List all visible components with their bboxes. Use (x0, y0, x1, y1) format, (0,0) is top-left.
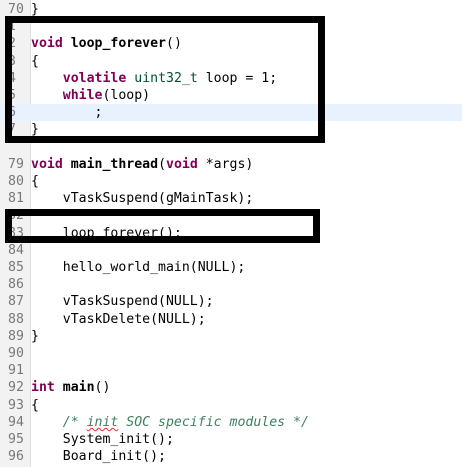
code-line[interactable]: 82 (0, 207, 462, 224)
code-token: void (31, 156, 63, 172)
line-number: 95 (8, 432, 24, 447)
code-text[interactable]: void loop_forever() (31, 35, 182, 52)
code-text[interactable]: } (31, 1, 39, 18)
line-number: 88 (8, 311, 24, 327)
code-text[interactable]: hello_world_main(NULL); (31, 259, 246, 276)
code-line[interactable]: 92 int main() (0, 379, 462, 396)
code-line[interactable]: 80 { (0, 173, 462, 190)
line-number: 87 (8, 294, 24, 310)
code-line[interactable] (0, 139, 462, 156)
code-line[interactable]: 2 void loop_forever() (0, 35, 462, 52)
code-editor[interactable]: 70} 1 2 void loop_forever() 3{4 volatile uin… (0, 0, 462, 467)
code-line[interactable]: 70} (0, 1, 462, 18)
code-token: () (94, 380, 111, 396)
line-number: 91 (8, 363, 24, 379)
code-token: volatile (62, 70, 127, 86)
code-text[interactable]: while(loop) (31, 87, 150, 104)
code-token: main_thread (70, 156, 159, 172)
code-line[interactable]: 87 vTaskSuspend(NULL); (0, 293, 462, 310)
code-line[interactable]: 7} (0, 121, 462, 138)
code-text[interactable]: { (31, 173, 39, 190)
line-number: 2 (8, 36, 16, 52)
code-line[interactable]: 89} (0, 328, 462, 345)
code-token: ( (158, 156, 167, 172)
line-number: 82 (8, 208, 24, 224)
code-text[interactable]: volatile uint32_t loop = 1; (31, 70, 277, 87)
code-text[interactable]: } (31, 328, 39, 345)
code-token: loop = 1; (197, 70, 278, 86)
line-number: 94 (8, 414, 24, 430)
code-line[interactable]: 6 ; (0, 104, 462, 122)
line-number: 4 (8, 70, 16, 86)
code-token: uint32_t (134, 70, 198, 86)
line-number: 83 (8, 225, 24, 241)
code-text[interactable]: loop_forever(); (31, 225, 182, 242)
line-number: 3 (8, 53, 16, 69)
code-token: void (31, 36, 63, 52)
code-line[interactable]: 83 loop_forever(); (0, 225, 462, 242)
line-number: 84 (8, 242, 24, 258)
code-text[interactable]: } (31, 121, 39, 138)
code-token: int (31, 380, 55, 396)
code-text[interactable]: void main_thread(void *args) (31, 156, 253, 173)
code-line[interactable]: 79 void main_thread(void *args) (0, 156, 462, 173)
line-number: 80 (8, 174, 24, 189)
line-number: 5 (8, 88, 16, 103)
code-token: (loop) (102, 88, 151, 103)
line-number: 89 (8, 328, 24, 344)
line-number: 93 (8, 397, 24, 413)
code-text[interactable]: vTaskSuspend(NULL); (31, 293, 214, 310)
code-token: *args) (197, 156, 254, 172)
line-number: 90 (8, 346, 24, 361)
line-number: 86 (8, 277, 24, 293)
code-line[interactable]: 84 (0, 242, 462, 259)
code-text[interactable]: { (31, 53, 39, 70)
code-text[interactable]: int main() (31, 379, 110, 396)
code-line[interactable]: 95 System_init(); (0, 431, 462, 448)
line-number: 79 (8, 156, 24, 172)
line-number: 1 (8, 19, 16, 35)
code-line[interactable]: 1 (0, 18, 462, 35)
code-line[interactable]: 88 vTaskDelete(NULL); (0, 311, 462, 328)
code-line[interactable]: 94 /* init SOC specific modules */ (0, 414, 462, 431)
line-number: 70 (8, 2, 24, 17)
code-token: /* (62, 414, 87, 430)
line-number: 92 (8, 380, 24, 396)
code-line[interactable]: 85 hello_world_main(NULL); (0, 259, 462, 276)
code-token: void (166, 156, 198, 172)
line-number: 81 (8, 191, 24, 207)
code-line[interactable]: 90 (0, 345, 462, 362)
code-token: loop_forever (70, 36, 166, 52)
code-token: init (86, 414, 119, 430)
code-text[interactable]: ; (31, 104, 103, 121)
line-number: 85 (8, 260, 24, 275)
line-number: 6 (8, 105, 16, 121)
code-text[interactable]: /* init SOC specific modules */ (31, 414, 309, 431)
code-token: SOC specific modules */ (118, 414, 309, 430)
code-text[interactable]: System_init(); (31, 431, 174, 448)
code-line[interactable]: 4 volatile uint32_t loop = 1; (0, 70, 462, 87)
code-line[interactable]: 91 (0, 362, 462, 379)
code-line[interactable]: 93 { (0, 397, 462, 414)
code-token: while (62, 88, 103, 103)
line-number: 7 (8, 122, 16, 138)
code-text[interactable]: { (31, 397, 39, 414)
line-number: 96 (8, 449, 24, 465)
code-token: () (166, 36, 182, 52)
code-line[interactable]: 5 while(loop) (0, 87, 462, 104)
code-line[interactable]: 96 Board_init(); (0, 448, 462, 465)
code-line[interactable]: 86 (0, 276, 462, 293)
code-text[interactable]: Board_init(); (31, 448, 166, 465)
code-line[interactable]: 3{ (0, 53, 462, 70)
code-token: main (62, 380, 95, 396)
code-text[interactable]: vTaskSuspend(gMainTask); (31, 190, 254, 207)
code-line[interactable]: 81 vTaskSuspend(gMainTask); (0, 190, 462, 207)
code-text[interactable]: vTaskDelete(NULL); (31, 311, 206, 328)
